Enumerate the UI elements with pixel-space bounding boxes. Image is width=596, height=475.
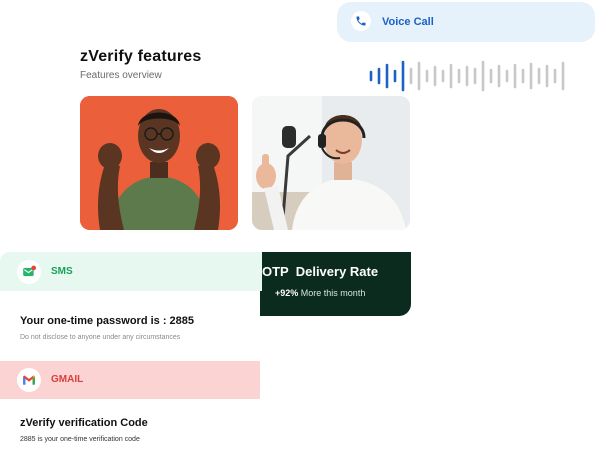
otp-delivery-change: +92% More this month xyxy=(275,288,365,298)
photo-support-agent xyxy=(252,96,410,230)
voice-waveform xyxy=(369,60,565,92)
otp-change-value: +92% xyxy=(275,288,299,298)
gmail-body: 2885 is your one-time verification code xyxy=(20,436,140,443)
page-title: zVerify features xyxy=(80,48,202,65)
voice-call-label: Voice Call xyxy=(382,16,434,28)
sms-note: Do not disclose to anyone under any circ… xyxy=(20,334,181,341)
otp-delivery-title: OTP Delivery Rate xyxy=(262,264,379,279)
otp-delivery-card xyxy=(244,252,411,316)
gmail-icon xyxy=(17,368,41,392)
page-subtitle: Features overview xyxy=(80,70,162,81)
sms-icon xyxy=(17,260,41,284)
gmail-title: zVerify verification Code xyxy=(20,417,148,429)
otp-change-caption: More this month xyxy=(300,288,366,298)
voice-call-card[interactable] xyxy=(337,2,595,42)
phone-icon xyxy=(351,11,371,31)
sms-message: Your one-time password is : 2885 xyxy=(20,315,195,327)
sms-label: SMS xyxy=(51,266,73,277)
gmail-label: GMAIL xyxy=(51,374,84,385)
photo-happy-man xyxy=(80,96,238,230)
